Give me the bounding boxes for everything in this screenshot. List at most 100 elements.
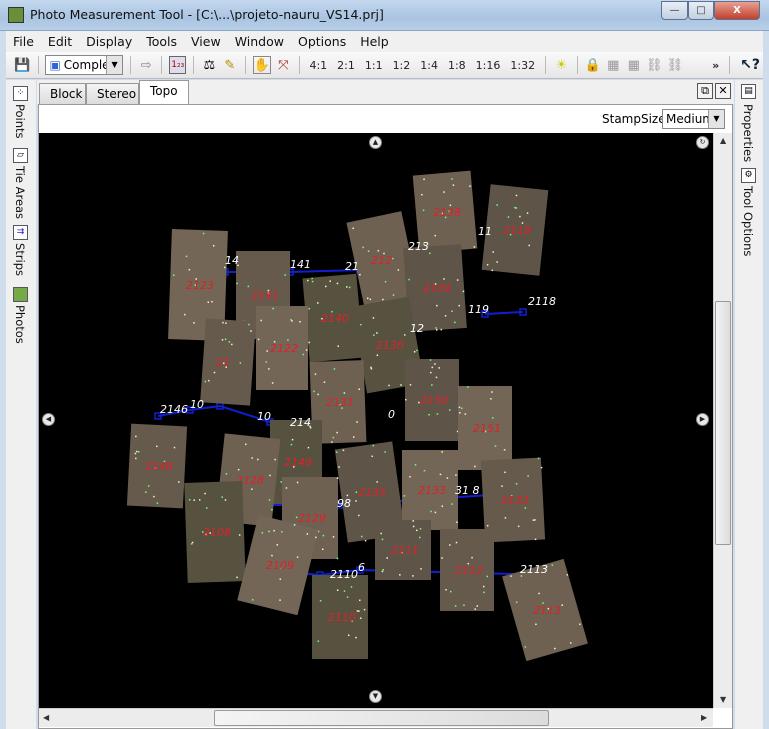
image-left-icon[interactable]: ▦ (605, 56, 622, 74)
tie-point (397, 269, 400, 271)
close-pane-icon[interactable]: ✕ (715, 83, 731, 99)
photo-label: 2138 (433, 206, 461, 219)
vertical-scroll-thumb[interactable] (715, 301, 731, 545)
minimize-button[interactable]: — (661, 1, 688, 20)
mode-select[interactable]: ▣ Complete ▼ (45, 55, 124, 75)
zoom-1-16[interactable]: 1:16 (473, 59, 504, 72)
zoom-extent-icon[interactable]: ⤧ (275, 56, 292, 74)
tie-point (173, 446, 176, 449)
tie-point (134, 452, 137, 455)
rotate-icon[interactable]: ↻ (696, 136, 709, 149)
tie-point (375, 332, 378, 334)
scroll-up-icon[interactable]: ▲ (720, 136, 726, 145)
menu-help[interactable]: Help (353, 31, 396, 52)
zoom-1-4[interactable]: 1:4 (417, 59, 441, 72)
tie-point (444, 314, 447, 317)
tie-point (430, 510, 432, 513)
pan-hand-icon[interactable]: ✋ (253, 56, 271, 74)
strip-label: 213 (408, 240, 429, 253)
pan-up-icon[interactable]: ▲ (369, 136, 382, 149)
tie-point (347, 634, 350, 637)
tie-point (376, 481, 379, 483)
measure-icon[interactable]: ⚖ (201, 56, 218, 74)
menu-view[interactable]: View (184, 31, 228, 52)
topo-map[interactable]: 2138 2118 2123 2141 2140 212 2139 2122 21 2130 213… (39, 133, 713, 708)
scroll-right-icon[interactable]: ▶ (701, 713, 707, 722)
zoom-1-8[interactable]: 1:8 (445, 59, 469, 72)
tie-point (317, 640, 320, 642)
menu-display[interactable]: Display (79, 31, 139, 52)
export-icon[interactable]: ⇨ (138, 56, 155, 74)
photo-mosaic[interactable]: 2138211821232141214021221392122212130213… (39, 133, 713, 708)
zoom-1-2[interactable]: 1:2 (390, 59, 414, 72)
menu-edit[interactable]: Edit (41, 31, 79, 52)
tie-point (224, 499, 227, 501)
pan-left-icon[interactable]: ◀ (42, 413, 55, 426)
maximize-button[interactable]: □ (688, 1, 714, 20)
overflow-button[interactable]: » (709, 59, 722, 72)
strip-label: 10 (190, 398, 204, 411)
left-tab-photos[interactable]: Photos (13, 305, 27, 344)
tie-point (429, 252, 431, 255)
right-tab-properties[interactable]: Properties (741, 104, 755, 162)
context-help-icon[interactable]: ↖? (737, 57, 763, 73)
left-tab-strips[interactable]: Strips (13, 243, 27, 276)
tie-point (377, 249, 380, 252)
right-tab-tool-options[interactable]: Tool Options (741, 186, 755, 256)
edit-point-icon[interactable]: ✎ (222, 56, 239, 74)
chevron-down-icon[interactable]: ▼ (708, 110, 724, 128)
tie-point (540, 466, 543, 469)
save-icon[interactable]: 💾 (14, 56, 31, 74)
image-right-icon[interactable]: ▦ (626, 56, 643, 74)
tie-point (471, 556, 473, 559)
tie-point (332, 436, 335, 439)
zoom-1-1[interactable]: 1:1 (362, 59, 386, 72)
menu-tools[interactable]: Tools (139, 31, 184, 52)
tie-point (221, 496, 224, 498)
tie-point (268, 368, 270, 370)
vertical-scrollbar[interactable]: ▲ ▼ (713, 133, 732, 708)
lock-move-icon[interactable]: 🔒 (584, 56, 601, 74)
chevron-down-icon[interactable]: ▼ (106, 56, 123, 74)
menu-options[interactable]: Options (291, 31, 353, 52)
tie-point (464, 413, 467, 415)
separator (245, 56, 246, 74)
pan-down-icon[interactable]: ▼ (369, 690, 382, 703)
tab-stereo[interactable]: Stereo (86, 83, 139, 104)
tie-point (517, 525, 520, 528)
menu-file[interactable]: File (6, 31, 41, 52)
photo-label: 2131 (326, 396, 354, 409)
tab-topo[interactable]: Topo (139, 80, 189, 104)
tie-point (198, 499, 201, 501)
tie-point (532, 519, 535, 522)
tab-block[interactable]: Block (39, 83, 86, 104)
horizontal-scrollbar[interactable]: ◀ ▶ (39, 708, 713, 727)
zoom-4-1[interactable]: 4:1 (306, 59, 330, 72)
left-tab-points[interactable]: Points (13, 104, 27, 139)
restore-pane-icon[interactable]: ⧉ (697, 83, 713, 99)
tie-point (359, 617, 362, 619)
link-refresh-icon[interactable]: ⛓ (667, 56, 684, 74)
brightness-icon[interactable]: ☀ (553, 56, 570, 74)
horizontal-scroll-thumb[interactable] (214, 710, 549, 726)
pan-right-icon[interactable]: ▶ (696, 413, 709, 426)
numbering-icon[interactable]: 1₂₃ (169, 56, 187, 74)
scroll-down-icon[interactable]: ▼ (720, 695, 726, 704)
title-bar: Photo Measurement Tool - [C:\...\projeto… (0, 0, 769, 31)
zoom-2-1[interactable]: 2:1 (334, 59, 358, 72)
tie-point (371, 455, 374, 458)
photo-label: 2148 (145, 460, 173, 473)
tie-point (228, 341, 231, 343)
stamp-size-select[interactable]: Medium ▼ (662, 109, 725, 129)
photo-label: 2113 (533, 604, 561, 617)
close-button[interactable]: X (714, 1, 760, 20)
tie-point (296, 481, 299, 484)
link-icon[interactable]: ⛓ (646, 56, 663, 74)
zoom-1-32[interactable]: 1:32 (507, 59, 538, 72)
tie-point (337, 345, 340, 347)
strip-label: 12 (410, 322, 424, 335)
tie-point (380, 532, 382, 535)
left-tab-tie-areas[interactable]: Tie Areas (13, 166, 27, 219)
menu-window[interactable]: Window (228, 31, 291, 52)
scroll-left-icon[interactable]: ◀ (43, 713, 49, 722)
